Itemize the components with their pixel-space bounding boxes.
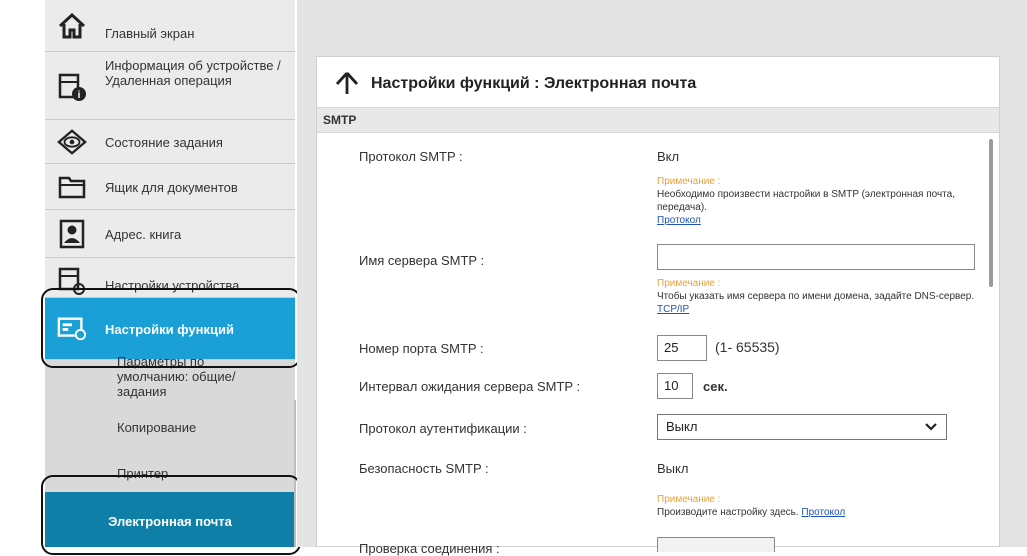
callout-box-2 xyxy=(41,475,301,555)
note-text: Чтобы указать имя сервера по имени домен… xyxy=(657,291,975,302)
smtp-port-input[interactable]: 25 xyxy=(657,335,707,361)
tcpip-link[interactable]: TCP/IP xyxy=(657,304,689,315)
note-text: Производите настройку здесь. xyxy=(657,507,799,518)
auth-protocol-label: Протокол аутентификации : xyxy=(359,421,527,436)
panel-scrollbar[interactable] xyxy=(989,139,993,287)
smtp-server-label: Имя сервера SMTP : xyxy=(359,253,485,268)
section-title: SMTP xyxy=(323,113,357,127)
note-smtp-protocol: Примечание : Необходимо произвести настр… xyxy=(657,175,977,227)
sidebar-item-device-info[interactable]: i Информация об устройстве / Удаленная о… xyxy=(45,52,295,120)
note-smtp-server: Примечание : Чтобы указать имя сервера п… xyxy=(657,277,977,316)
note-title: Примечание : xyxy=(657,278,721,289)
smtp-server-input[interactable] xyxy=(657,244,975,270)
protocol-link[interactable]: Протокол xyxy=(657,215,701,226)
note-smtp-security: Примечание : Производите настройку здесь… xyxy=(657,493,977,519)
smtp-port-range: (1- 65535) xyxy=(715,339,780,355)
smtp-security-value: Выкл xyxy=(657,461,689,476)
connection-test-button[interactable] xyxy=(657,537,775,552)
smtp-timeout-input[interactable]: 10 xyxy=(657,373,693,399)
note-text: Необходимо произвести настройки в SMTP (… xyxy=(657,189,955,213)
auth-protocol-value: Выкл xyxy=(666,419,698,434)
smtp-timeout-label: Интервал ожидания сервера SMTP : xyxy=(359,379,581,394)
sidebar-subitem-copy[interactable]: Копирование xyxy=(45,412,295,452)
callout-box-1 xyxy=(41,288,301,368)
sidebar-subitem-label: Копирование xyxy=(117,420,197,435)
device-info-icon: i xyxy=(57,72,87,102)
sidebar-item-label: Адрес. книга xyxy=(105,227,182,242)
note-title: Примечание : xyxy=(657,494,721,505)
chevron-down-icon xyxy=(924,415,938,447)
note-title: Примечание : xyxy=(657,176,721,187)
eye-icon xyxy=(57,127,87,157)
auth-protocol-select[interactable]: Выкл xyxy=(657,414,947,440)
sidebar-item-job-status[interactable]: Состояние задания xyxy=(45,120,295,164)
sidebar-item-home[interactable]: Главный экран xyxy=(45,0,295,52)
smtp-protocol-label: Протокол SMTP : xyxy=(359,149,463,164)
connection-check-label: Проверка соединения : xyxy=(359,541,500,556)
up-arrow-icon[interactable] xyxy=(335,71,359,100)
panel-header: Настройки функций : Электронная почта xyxy=(317,57,999,107)
section-header: SMTP xyxy=(317,107,999,133)
protocol-link[interactable]: Протокол xyxy=(801,507,845,518)
home-icon xyxy=(57,11,87,41)
sidebar-item-label: Главный экран xyxy=(105,26,195,41)
sidebar-item-label: Ящик для документов xyxy=(105,180,238,195)
smtp-timeout-unit: сек. xyxy=(703,379,728,394)
sidebar: Главный экран i Информация об устройстве… xyxy=(45,0,295,547)
address-book-icon xyxy=(57,219,87,249)
page-title: Настройки функций : Электронная почта xyxy=(371,75,697,92)
sidebar-item-label: Состояние задания xyxy=(105,135,223,150)
settings-panel: Настройки функций : Электронная почта SM… xyxy=(316,56,1000,556)
sidebar-item-address-book[interactable]: Адрес. книга xyxy=(45,210,295,258)
folder-icon xyxy=(57,172,87,202)
smtp-protocol-value: Вкл xyxy=(657,149,680,164)
sidebar-item-document-box[interactable]: Ящик для документов xyxy=(45,164,295,210)
sidebar-item-label: Информация об устройстве / Удаленная опе… xyxy=(105,58,281,88)
svg-text:i: i xyxy=(78,90,81,101)
smtp-security-label: Безопасность SMTP : xyxy=(359,461,489,476)
smtp-port-label: Номер порта SMTP : xyxy=(359,341,484,356)
